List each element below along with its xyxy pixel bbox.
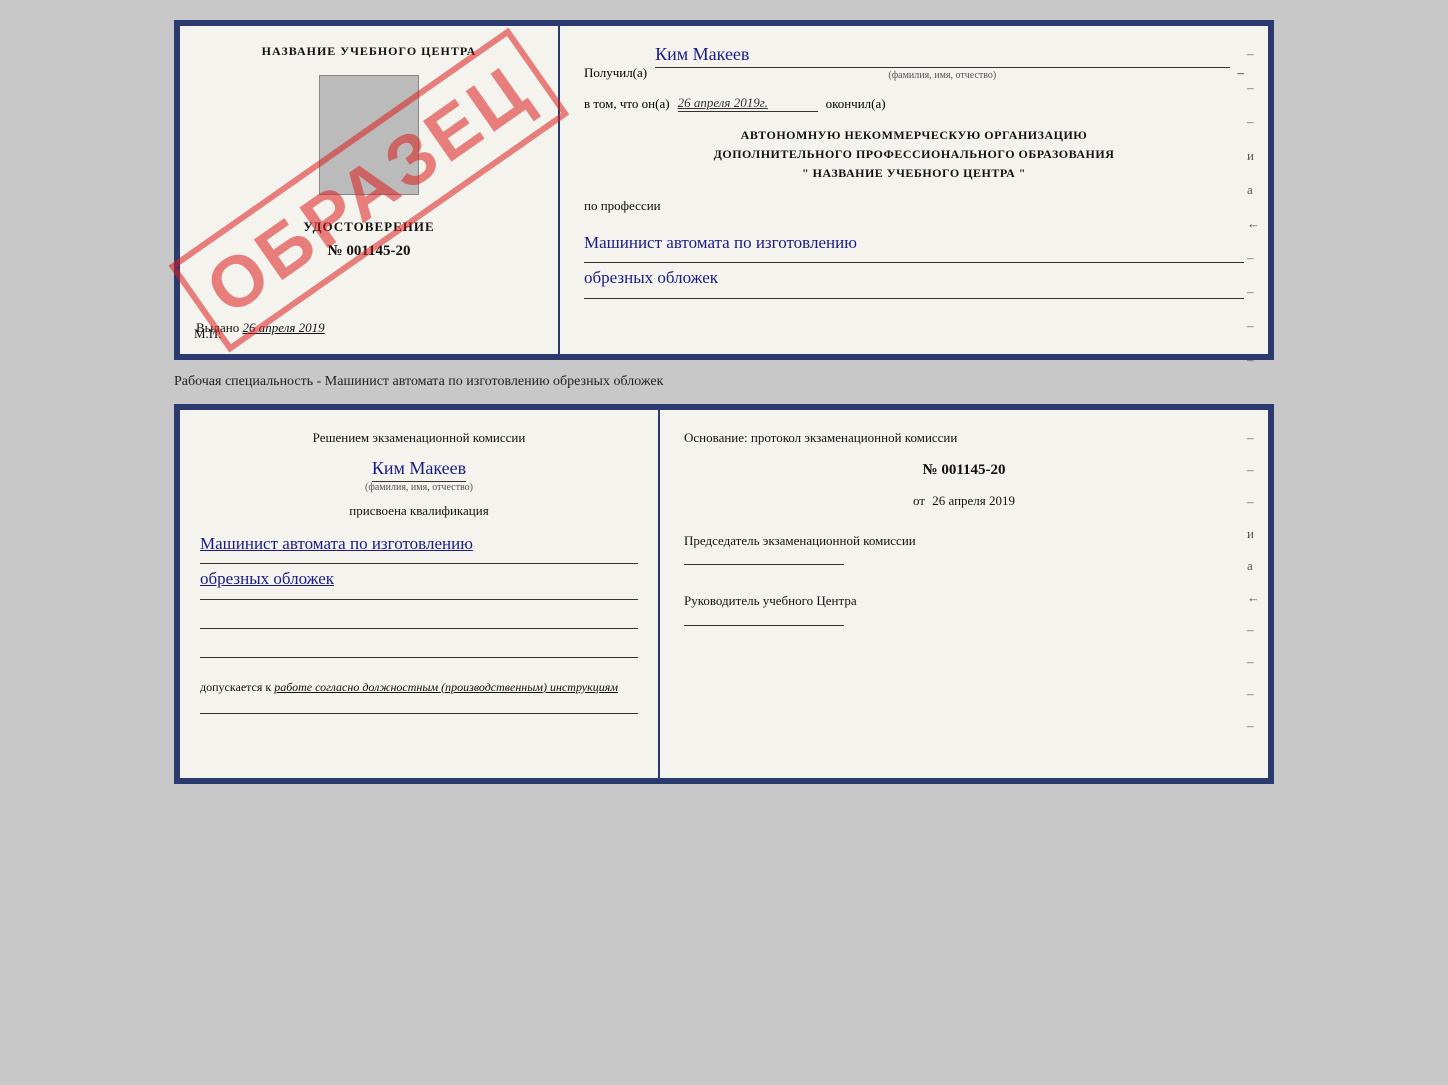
vtom-label: в том, что он(а)	[584, 96, 670, 112]
cert-bottom-left: Решением экзаменационной комиссии Ким Ма…	[180, 410, 660, 778]
recipient-name: Ким Макеев	[655, 44, 1229, 68]
dopuskaetsya-block: допускается к работе согласно должностны…	[200, 680, 638, 695]
protocol-date: 26 апреля 2019	[932, 493, 1015, 508]
rukovoditel-label: Руководитель учебного Центра	[684, 591, 1244, 611]
cert-top-left: НАЗВАНИЕ УЧЕБНОГО ЦЕНТРА УДОСТОВЕРЕНИЕ №…	[180, 26, 560, 354]
underline2	[584, 298, 1244, 299]
document-container: НАЗВАНИЕ УЧЕБНОГО ЦЕНТРА УДОСТОВЕРЕНИЕ №…	[20, 20, 1428, 784]
cert-bottom-right: Основание: протокол экзаменационной коми…	[660, 410, 1268, 778]
okoncil-label: окончил(а)	[826, 96, 886, 112]
kvalif-block: Машинист автомата по изготовлению обрезн…	[200, 529, 638, 600]
mp-label: М.П.	[194, 326, 221, 342]
underline7	[200, 713, 638, 714]
bottom-certificate: Решением экзаменационной комиссии Ким Ма…	[174, 404, 1274, 784]
underline4	[200, 599, 638, 600]
kvalif-line1: Машинист автомата по изготовлению	[200, 529, 638, 560]
name-block: Ким Макеев (фамилия, имя, отчество)	[200, 458, 638, 493]
ot-label: от	[913, 493, 925, 508]
org-line2: ДОПОЛНИТЕЛЬНОГО ПРОФЕССИОНАЛЬНОГО ОБРАЗО…	[584, 145, 1244, 164]
cert-top-right: Получил(а) Ким Макеев (фамилия, имя, отч…	[560, 26, 1268, 354]
photo-placeholder	[319, 75, 419, 195]
predsedatel-label: Председатель экзаменационной комиссии	[684, 531, 1244, 551]
vydano-line: Выдано 26 апреля 2019	[196, 320, 542, 336]
fio-hint-bottom: (фамилия, имя, отчество)	[365, 482, 473, 493]
right-dashes-bottom: – – – и а ← – – – –	[1247, 430, 1260, 734]
profession-line2: обрезных обложек	[584, 263, 1244, 294]
predsedatel-signature-line	[684, 564, 844, 565]
org-name: " НАЗВАНИЕ УЧЕБНОГО ЦЕНТРА "	[584, 164, 1244, 183]
ot-date: от 26 апреля 2019	[684, 493, 1244, 509]
profession-line1: Машинист автомата по изготовлению	[584, 228, 1244, 259]
cert-title: НАЗВАНИЕ УЧЕБНОГО ЦЕНТРА	[262, 44, 477, 59]
poluchil-row: Получил(а) Ким Макеев (фамилия, имя, отч…	[584, 44, 1244, 81]
top-certificate: НАЗВАНИЕ УЧЕБНОГО ЦЕНТРА УДОСТОВЕРЕНИЕ №…	[174, 20, 1274, 360]
rukovoditel-signature-line	[684, 625, 844, 626]
kvalif-line2: обрезных обложек	[200, 564, 638, 595]
org-line1: АВТОНОМНУЮ НЕКОММЕРЧЕСКУЮ ОРГАНИЗАЦИЮ	[584, 126, 1244, 145]
osnovanie-label: Основание: протокол экзаменационной коми…	[684, 428, 1244, 448]
po-professii-label: по профессии	[584, 198, 1244, 214]
rukovoditel-block: Руководитель учебного Центра	[684, 591, 1244, 630]
prisvoena-label: присвоена квалификация	[200, 503, 638, 519]
poluchil-label: Получил(а)	[584, 65, 647, 81]
fio-hint-top: (фамилия, имя, отчество)	[655, 70, 1229, 81]
underline5	[200, 628, 638, 629]
protokol-number: № 001145-20	[684, 462, 1244, 479]
right-dashes-top: – – – и а ← – – – –	[1247, 46, 1260, 368]
org-block: АВТОНОМНУЮ НЕКОММЕРЧЕСКУЮ ОРГАНИЗАЦИЮ ДО…	[584, 126, 1244, 184]
underline6	[200, 657, 638, 658]
udost-number: № 001145-20	[328, 243, 411, 260]
predsedatel-block: Председатель экзаменационной комиссии	[684, 531, 1244, 570]
completion-date: 26 апреля 2019г.	[678, 95, 818, 112]
udost-label: УДОСТОВЕРЕНИЕ	[303, 219, 434, 235]
komissia-name: Ким Макеев	[372, 458, 466, 482]
vtom-row: в том, что он(а) 26 апреля 2019г. окончи…	[584, 95, 1244, 112]
reshenie-label: Решением экзаменационной комиссии	[200, 428, 638, 448]
profession-block: Машинист автомата по изготовлению обрезн…	[584, 228, 1244, 299]
separator-text: Рабочая специальность - Машинист автомат…	[174, 370, 1274, 394]
